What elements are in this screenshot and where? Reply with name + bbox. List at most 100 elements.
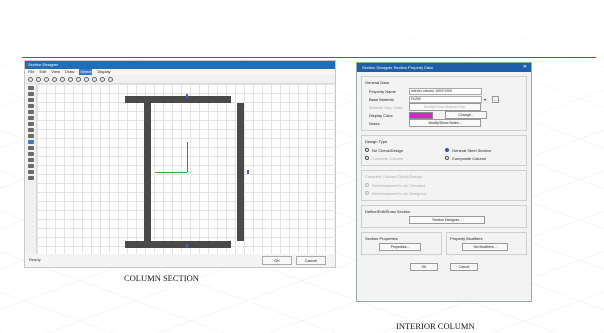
color-swatch[interactable] [409,111,433,119]
reinf-checked-row: Reinforcement to be Checked [365,181,523,189]
centroid-marker [186,94,188,98]
properties-button[interactable]: Properties... [379,243,421,251]
radio-icon[interactable] [365,183,369,187]
group-title: Concrete Column Check/Design [365,174,423,179]
zoom-out-icon[interactable] [60,76,65,82]
x-axis-marker [155,172,187,173]
select-tool-icon[interactable] [28,86,34,90]
tee-tool-icon[interactable] [28,110,34,114]
rebar-line-tool-icon[interactable] [28,158,34,162]
tube-tool-icon[interactable] [28,134,34,138]
dialog-buttons: OK Cancel [361,263,527,271]
channel-tool-icon[interactable] [28,104,34,108]
base-material-select[interactable]: Fe250 [409,95,482,103]
section-properties-group: Section Properties Properties... [361,232,442,255]
menu-view[interactable]: View [51,69,60,75]
close-icon[interactable]: ✕ [523,63,527,72]
polygon-tool-icon[interactable] [28,152,34,156]
cancel-button[interactable]: Cancel [450,263,478,271]
menu-file[interactable]: File [28,69,34,75]
property-name-input[interactable]: Interior column 1000*1000 [409,87,482,95]
pipe-tool-icon[interactable] [28,128,34,132]
circle-tool-icon[interactable] [28,146,34,150]
chevron-down-icon[interactable]: ▾ [484,97,486,102]
no-check-option[interactable]: No Check/Design [365,148,445,153]
radio-selected-icon[interactable] [445,148,449,153]
zoom-previous-icon[interactable] [76,76,81,82]
menu-select[interactable]: Select [79,69,93,75]
group-title: General Data [365,80,389,85]
cancel-button[interactable]: Cancel [296,256,326,265]
reinf-designed-label: Reinforcement to be Designed [372,190,427,196]
left-web-plate[interactable] [144,103,151,241]
concrete-label: Concrete Column [372,155,404,161]
plate-tool-icon[interactable] [28,122,34,126]
i-section-tool-icon[interactable] [28,98,34,102]
radio-icon[interactable] [445,156,449,161]
design-type-row-2: Concrete Column Composite Column [365,154,523,162]
material-dep-row: Material Dep. Data Modify/Show Material … [365,103,523,111]
property-name-label: Property Name [369,88,396,94]
composite-option[interactable]: Composite Column [445,156,486,161]
section-property-dialog: Section Designer Section Property Data ✕… [356,62,532,302]
refresh-icon[interactable] [84,76,89,82]
pointer-icon[interactable] [28,76,33,82]
dialog-title: Section Designer Section Property Data ✕ [357,63,531,72]
radio-icon[interactable] [365,148,369,153]
reshape-tool-icon[interactable] [28,92,34,96]
reference-line-tool-icon[interactable] [28,176,34,180]
status-bar: Ready OK Cancel [26,255,334,265]
zoom-in-icon[interactable] [52,76,57,82]
base-material-row: Base Material Fe250 ▾ ... [365,95,523,103]
undo-icon[interactable] [108,76,113,82]
group-title: Property Modifiers [450,236,483,241]
menu-display[interactable]: Display [97,69,110,75]
bottom-flange[interactable] [125,241,231,248]
material-dep-button[interactable]: Modify/Show Material Dep. [409,103,481,111]
group-title: Define/Edit/Show Section [365,209,411,214]
pan-icon[interactable] [36,76,41,82]
define-section-group: Define/Edit/Show Section Section Designe… [361,205,527,228]
ok-button[interactable]: OK [410,263,438,271]
concrete-option[interactable]: Concrete Column [365,156,445,161]
section-designer-button[interactable]: Section Designer... [409,216,485,224]
add-material-button[interactable]: ... [492,95,500,103]
dimension-tool-icon[interactable] [28,170,34,174]
centroid-marker [247,170,249,174]
ok-button[interactable]: OK [262,256,292,265]
section-designer-title: Section Designer [25,61,335,69]
right-web-plate[interactable] [237,103,244,241]
grid-icon[interactable] [92,76,97,82]
zoom-window-icon[interactable] [44,76,49,82]
zoom-fit-icon[interactable] [68,76,73,82]
set-modifiers-button[interactable]: Set Modifiers... [462,243,508,251]
reinf-checked-label: Reinforcement to be Checked [372,182,425,188]
caption-column-section: COLUMN SECTION [124,273,199,283]
section-designer-toolbar [25,75,335,84]
property-modifiers-group: Property Modifiers Set Modifiers... [446,232,527,255]
property-name-row: Property Name Interior column 1000*1000 [365,87,523,95]
menu-edit[interactable]: Edit [39,69,46,75]
rebar-point-tool-icon[interactable] [28,164,34,168]
drawing-tools-panel [26,84,37,254]
group-title: Section Properties [365,236,398,241]
dialog-title-text: Section Designer Section Property Data [362,65,433,70]
settings-icon[interactable] [100,76,105,82]
notes-button[interactable]: Modify/Show Notes... [409,119,481,127]
change-color-button[interactable]: Change... [445,111,487,119]
no-check-label: No Check/Design [372,147,404,153]
display-color-row: Display Color Change... [365,111,523,119]
section-designer-window: Section Designer File Edit View Draw Sel… [24,60,336,268]
rectangle-tool-icon[interactable] [28,140,34,144]
menu-draw[interactable]: Draw [65,69,74,75]
angle-tool-icon[interactable] [28,116,34,120]
radio-icon[interactable] [365,191,369,195]
reinf-designed-row: Reinforcement to be Designed [365,189,523,197]
centroid-marker [186,244,188,248]
section-drawing-canvas[interactable] [37,84,334,254]
general-steel-option[interactable]: General Steel Section [445,148,491,153]
design-type-group: Design Type No Check/Design General Stee… [361,135,527,166]
concrete-check-group: Concrete Column Check/Design Reinforceme… [361,170,527,201]
radio-icon[interactable] [365,156,369,161]
top-flange[interactable] [125,96,231,103]
